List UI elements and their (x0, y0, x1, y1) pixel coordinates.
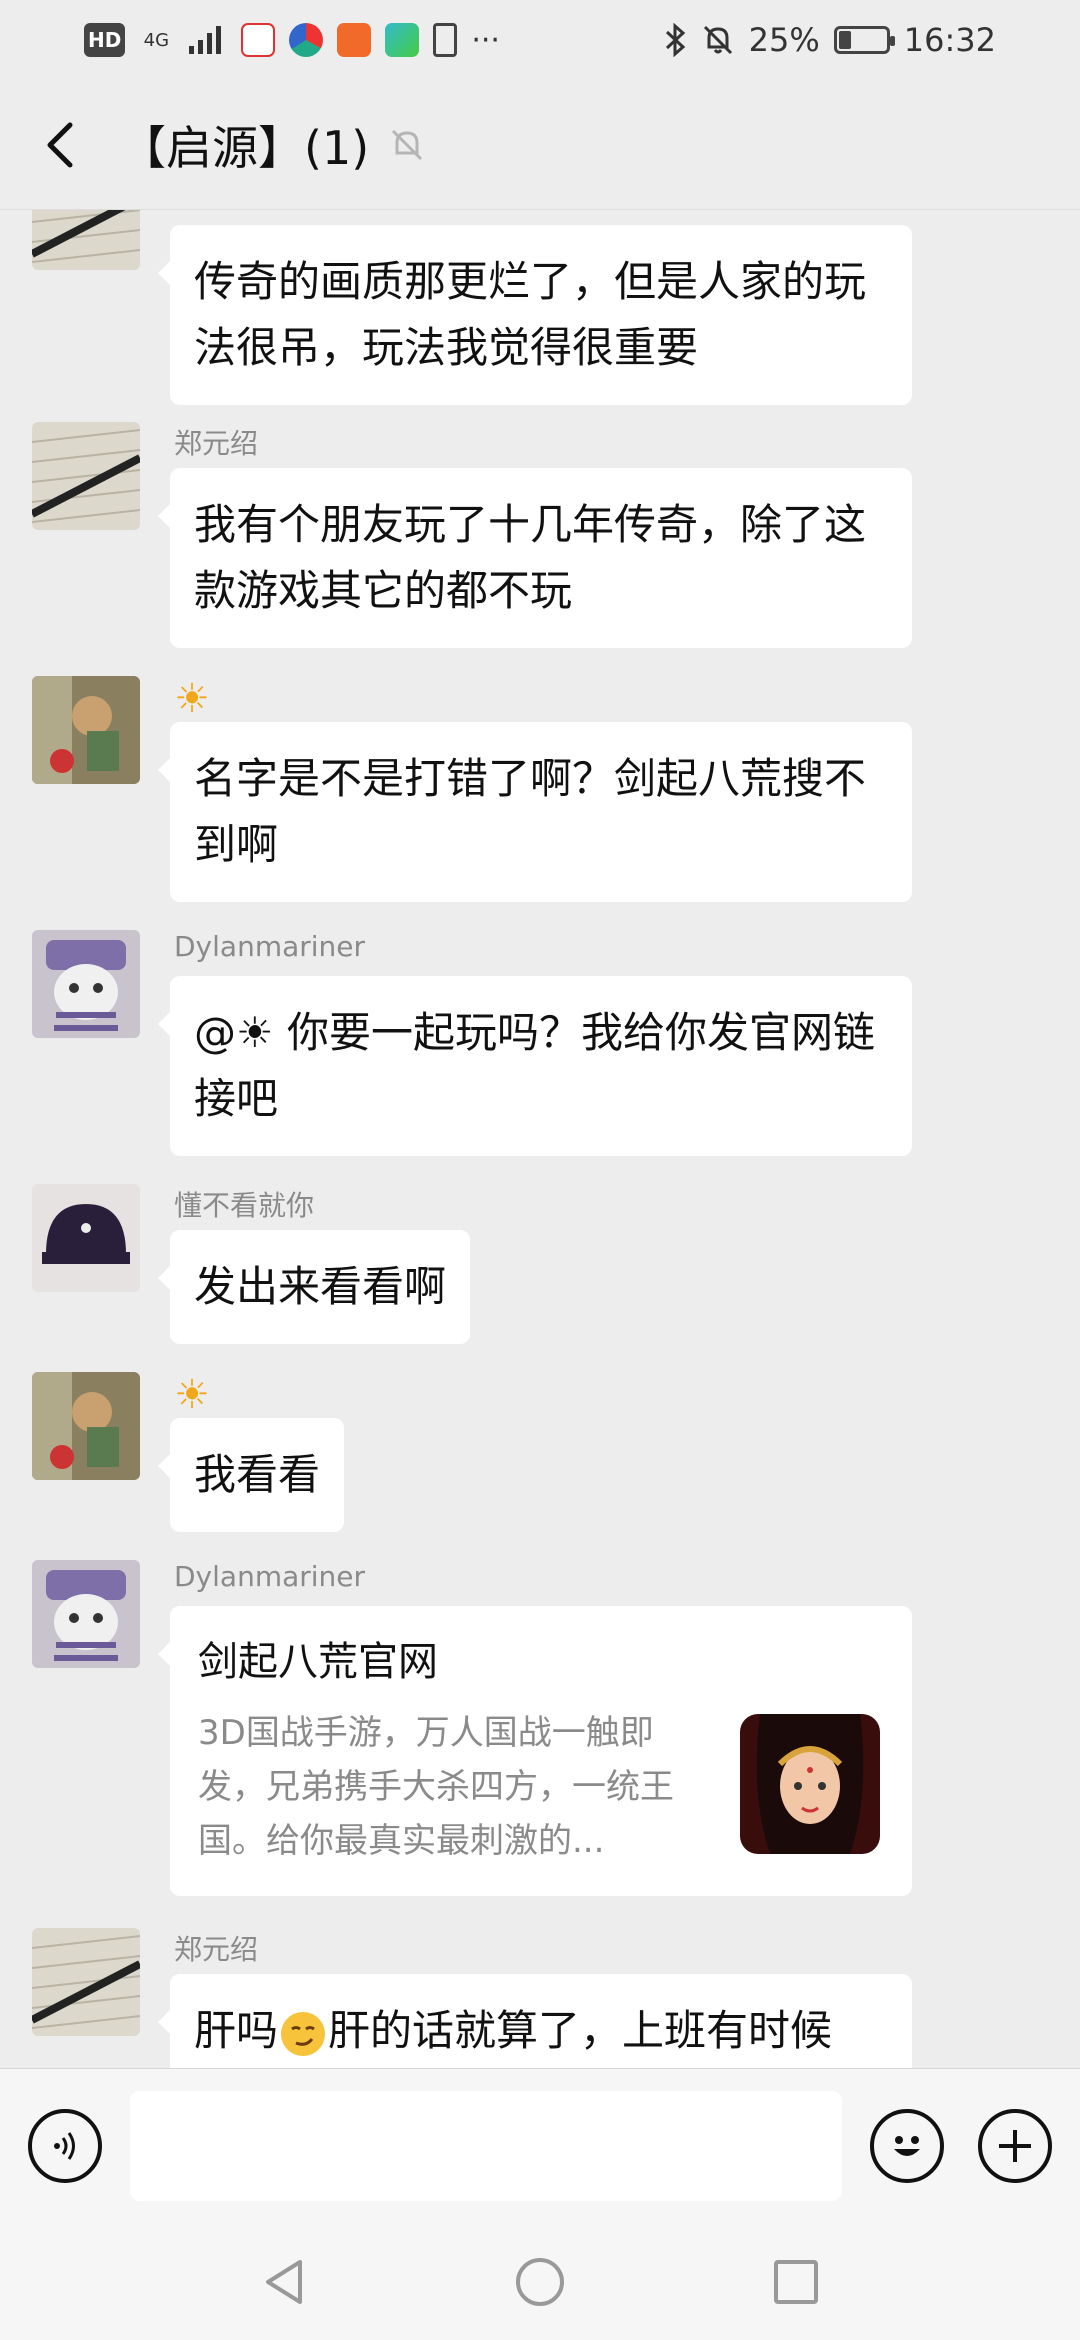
message-text: 发出来看看啊 (194, 1262, 447, 1311)
page-title: 【启源】(1) (120, 120, 370, 175)
signal-icon (189, 26, 222, 54)
more-notifications: ··· (471, 22, 500, 58)
status-bar: HD 4G ··· 25% 16:32 (0, 0, 1080, 80)
hd-badge: HD (84, 23, 126, 57)
status-left: HD 4G ··· (84, 23, 500, 58)
message-bubble[interactable]: 发出来看看啊 (157, 1230, 471, 1344)
message-text: 肝的话就算了，上班有时候 (328, 2006, 833, 2055)
avatar[interactable] (32, 1928, 140, 2036)
message-bubble[interactable]: 传奇的画质那更烂了，但是人家的玩法很吊，玩法我觉得很重要 (158, 225, 912, 405)
avatar[interactable] (32, 422, 140, 530)
link-card-description: 3D国战手游，万人国战一触即发，兄弟携手大杀四方，一统王国。给你最真实最刺激的.… (198, 1713, 674, 1861)
message-input[interactable] (130, 2091, 842, 2201)
avatar[interactable] (32, 1372, 140, 1480)
app-notification-icon (337, 23, 372, 57)
plus-icon (999, 2130, 1031, 2162)
avatar[interactable] (32, 1184, 140, 1292)
upload-icon (433, 23, 458, 57)
avatar[interactable] (32, 1560, 140, 1668)
message-text: 我有个朋友玩了十几年传奇，除了这款游戏其它的都不玩 (194, 500, 867, 615)
more-actions-button[interactable] (978, 2109, 1052, 2183)
emoji-icon (894, 2136, 920, 2156)
cat-hat-avatar-image (32, 930, 140, 1038)
nav-back-icon[interactable] (256, 2254, 312, 2310)
nav-home-icon[interactable] (512, 2254, 568, 2310)
cat-girl-avatar-image (32, 676, 140, 784)
clock: 16:32 (903, 21, 996, 59)
sender-name: 郑元绍 (174, 427, 259, 460)
sender-name: Dylanmariner (174, 930, 366, 963)
message-bubble[interactable]: 我看看 (157, 1418, 345, 1532)
sender-name: 懂不看就你 (174, 1189, 315, 1222)
avatar[interactable] (32, 210, 140, 270)
avatar[interactable] (32, 930, 140, 1038)
back-arrow-icon (47, 122, 73, 167)
link-card-title: 剑起八荒官网 (198, 1639, 438, 1685)
message-text: 肝吗 (194, 2006, 279, 2055)
sender-name: 郑元绍 (174, 1933, 259, 1966)
app-notification-icon (385, 23, 420, 57)
sender-name: ☀ (174, 1372, 210, 1418)
system-nav-bar (0, 2224, 1080, 2340)
message-bubble[interactable]: 名字是不是打错了啊？剑起八荒搜不到啊 (158, 722, 912, 902)
cat-hat-avatar-image (32, 1560, 140, 1668)
voice-icon (54, 2132, 75, 2160)
cat-girl-avatar-image (32, 1372, 140, 1480)
voice-button[interactable] (28, 2109, 102, 2183)
book-avatar-image (32, 210, 140, 270)
link-card-thumbnail (740, 1714, 880, 1854)
status-right: 25% 16:32 (663, 21, 996, 59)
chat-list[interactable]: 传奇的画质那更烂了，但是人家的玩法很吊，玩法我觉得很重要 郑元绍 我有个朋友玩了… (0, 210, 1080, 2068)
link-card[interactable]: 剑起八荒官网 3D国战手游，万人国战一触即发，兄弟携手大杀四方，一统王国。给你最… (158, 1606, 912, 1896)
message-bubble[interactable]: 肝吗 肝的话就算了，上班有时候 (158, 1974, 912, 2068)
mute-bell-icon (392, 129, 423, 160)
nav-recents-icon[interactable] (768, 2254, 824, 2310)
app-notification-icon (289, 23, 324, 57)
message-text: 我看看 (194, 1450, 321, 1499)
cap-avatar-image (32, 1184, 140, 1292)
app-notification-icon (241, 23, 276, 57)
back-button[interactable] (10, 95, 110, 195)
message-bubble[interactable]: 我有个朋友玩了十几年传奇，除了这款游戏其它的都不玩 (158, 468, 912, 648)
avatar[interactable] (32, 676, 140, 784)
book-avatar-image (32, 422, 140, 530)
sender-name: ☀ (174, 676, 210, 722)
smirk-emoji-icon (281, 2011, 326, 2056)
emoji-button[interactable] (870, 2109, 944, 2183)
sender-name: Dylanmariner (174, 1560, 366, 1593)
input-bar (0, 2068, 1080, 2224)
network-type: 4G (143, 29, 170, 51)
mute-notifications-icon (703, 25, 732, 55)
message-text: 传奇的画质那更烂了，但是人家的玩法很吊，玩法我觉得很重要 (194, 257, 867, 372)
bluetooth-icon (665, 23, 685, 57)
battery-percent: 25% (748, 21, 820, 59)
message-bubble[interactable]: @☀ 你要一起玩吗？我给你发官网链接吧 (158, 976, 912, 1156)
game-character-image (740, 1714, 880, 1854)
chat-header: 【启源】(1) (0, 80, 1080, 210)
battery-icon (833, 26, 895, 54)
message-text: 名字是不是打错了啊？剑起八荒搜不到啊 (194, 754, 867, 869)
message-text: @☀ 你要一起玩吗？我给你发官网链接吧 (194, 1008, 876, 1123)
book-avatar-image (32, 1928, 140, 2036)
